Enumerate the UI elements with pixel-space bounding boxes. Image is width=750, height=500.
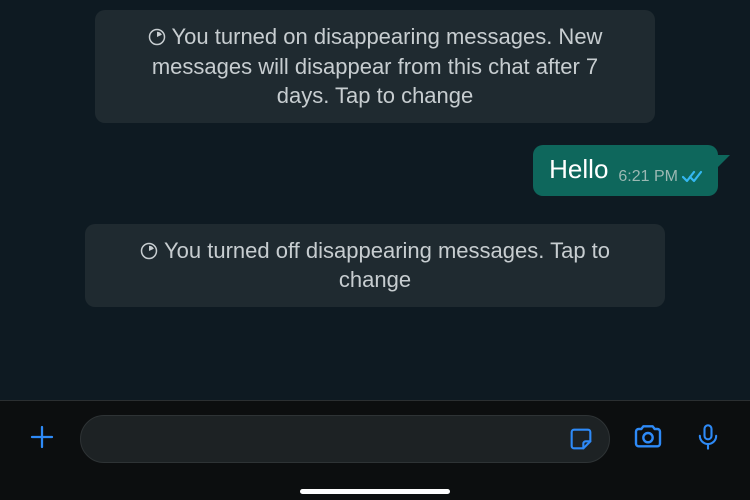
- add-attachment-button[interactable]: [20, 415, 64, 459]
- outgoing-message-bubble[interactable]: Hello 6:21 PM: [533, 145, 718, 196]
- system-message-text: You turned on disappearing messages. New…: [152, 24, 603, 108]
- system-message-disappearing-on[interactable]: You turned on disappearing messages. New…: [95, 10, 655, 123]
- timer-icon: [140, 238, 158, 256]
- home-indicator[interactable]: [300, 489, 450, 494]
- read-receipt-icon: [682, 169, 704, 185]
- system-message-disappearing-off[interactable]: You turned off disappearing messages. Ta…: [85, 224, 665, 307]
- timer-icon: [148, 24, 166, 42]
- input-bar: [0, 400, 750, 500]
- chat-area: You turned on disappearing messages. New…: [0, 0, 750, 400]
- outgoing-message-row: Hello 6:21 PM: [20, 145, 730, 196]
- camera-button[interactable]: [626, 415, 670, 459]
- sticker-button[interactable]: [563, 421, 599, 457]
- message-time: 6:21 PM: [618, 168, 678, 186]
- message-text: Hello: [549, 155, 608, 186]
- system-message-text: You turned off disappearing messages. Ta…: [164, 238, 610, 293]
- message-meta: 6:21 PM: [618, 168, 704, 186]
- message-input[interactable]: [80, 415, 610, 463]
- voice-message-button[interactable]: [686, 415, 730, 459]
